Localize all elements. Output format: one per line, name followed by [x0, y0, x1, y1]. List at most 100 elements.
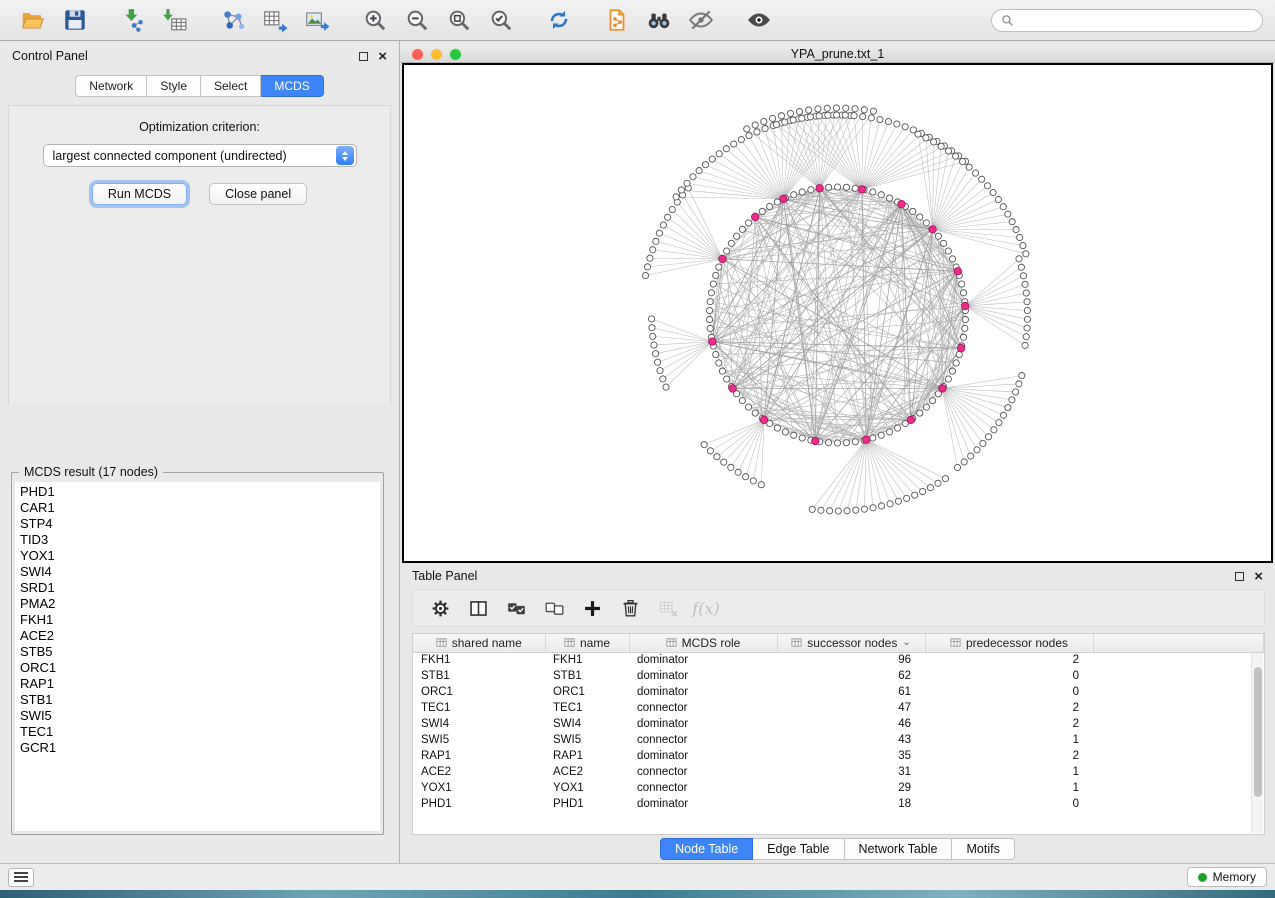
zoom-out-button[interactable]	[396, 3, 438, 37]
optimization-criterion-label: Optimization criterion:	[9, 120, 390, 134]
cell-successors: 46	[777, 716, 925, 732]
table-row[interactable]: FKH1FKH1dominator962	[413, 652, 1264, 668]
select-all-button[interactable]	[499, 593, 533, 623]
table-row[interactable]: YOX1YOX1connector291	[413, 780, 1264, 796]
search-icon	[1001, 14, 1014, 27]
add-button[interactable]	[575, 593, 609, 623]
float-table-panel-icon[interactable]	[1235, 572, 1244, 581]
save-button[interactable]	[54, 3, 96, 37]
column-menu-chevron-icon[interactable]: ⌄	[902, 637, 910, 648]
tab-mcds[interactable]: MCDS	[261, 75, 323, 97]
tab-select[interactable]: Select	[201, 75, 261, 97]
table-row[interactable]: STB1STB1dominator620	[413, 668, 1264, 684]
cell-filler	[1093, 684, 1264, 700]
network-titlebar[interactable]: YPA_prune.txt_1	[400, 45, 1275, 63]
cell-predecessors: 0	[925, 668, 1093, 684]
minimize-window-icon[interactable]	[431, 49, 442, 60]
tab-network-table[interactable]: Network Table	[845, 838, 953, 860]
mcds-result-item[interactable]: RAP1	[20, 676, 375, 692]
search-input[interactable]	[1020, 13, 1253, 27]
table-row[interactable]: RAP1RAP1dominator352	[413, 748, 1264, 764]
table-scrollbar-thumb[interactable]	[1254, 667, 1262, 797]
cell-successors: 61	[777, 684, 925, 700]
mcds-result-item[interactable]: PHD1	[20, 484, 375, 500]
cell-successors: 18	[777, 796, 925, 812]
mcds-result-item[interactable]: SWI5	[20, 708, 375, 724]
zoom-fit-button[interactable]	[438, 3, 480, 37]
cell-shared_name: SWI5	[413, 732, 545, 748]
tab-node-table[interactable]: Node Table	[660, 838, 753, 860]
tab-motifs[interactable]: Motifs	[952, 838, 1014, 860]
column-header-MCDS-role[interactable]: MCDS role	[629, 634, 777, 652]
memory-button[interactable]: Memory	[1187, 867, 1267, 887]
mcds-result-item[interactable]: STB5	[20, 644, 375, 660]
refresh-button[interactable]	[538, 3, 580, 37]
cell-shared_name: SWI4	[413, 716, 545, 732]
close-panel-icon[interactable]: ×	[378, 52, 387, 61]
tab-network[interactable]: Network	[75, 75, 147, 97]
mcds-result-item[interactable]: SRD1	[20, 580, 375, 596]
mcds-result-item[interactable]: CAR1	[20, 500, 375, 516]
cell-successors: 35	[777, 748, 925, 764]
eye-hidden-button[interactable]	[680, 3, 722, 37]
table-row[interactable]: ACE2ACE2connector311	[413, 764, 1264, 780]
export-table-button[interactable]	[254, 3, 296, 37]
mcds-result-list[interactable]: PHD1CAR1STP4TID3YOX1SWI4SRD1PMA2FKH1ACE2…	[15, 482, 380, 831]
table-row[interactable]: PHD1PHD1dominator180	[413, 796, 1264, 812]
close-window-icon[interactable]	[412, 49, 423, 60]
maximize-window-icon[interactable]	[450, 49, 461, 60]
table-row[interactable]: SWI5SWI5connector431	[413, 732, 1264, 748]
mcds-result-item[interactable]: TID3	[20, 532, 375, 548]
mcds-result-item[interactable]: ORC1	[20, 660, 375, 676]
cell-shared_name: TEC1	[413, 700, 545, 716]
table-row[interactable]: TEC1TEC1connector472	[413, 700, 1264, 716]
open-folder-button[interactable]	[12, 3, 54, 37]
tab-edge-table[interactable]: Edge Table	[753, 838, 844, 860]
mcds-result-item[interactable]: GCR1	[20, 740, 375, 756]
network-graph[interactable]	[404, 65, 1271, 561]
mcds-result-item[interactable]: PMA2	[20, 596, 375, 612]
mcds-result-item[interactable]: STB1	[20, 692, 375, 708]
trash-button[interactable]	[613, 593, 647, 623]
mcds-result-item[interactable]: STP4	[20, 516, 375, 532]
columns-button[interactable]	[461, 593, 495, 623]
float-panel-icon[interactable]	[359, 52, 368, 61]
main-toolbar	[0, 0, 1275, 41]
gear-button[interactable]	[423, 593, 457, 623]
close-table-panel-icon[interactable]: ×	[1254, 572, 1263, 581]
share-document-button[interactable]	[596, 3, 638, 37]
export-image-icon	[304, 7, 330, 33]
zoom-in-button[interactable]	[354, 3, 396, 37]
close-panel-button[interactable]: Close panel	[209, 183, 307, 205]
mcds-result-item[interactable]: TEC1	[20, 724, 375, 740]
import-table-button[interactable]	[154, 3, 196, 37]
criterion-select[interactable]: largest connected component (undirected)	[43, 144, 357, 167]
eye-button[interactable]	[738, 3, 780, 37]
export-image-button[interactable]	[296, 3, 338, 37]
cell-successors: 47	[777, 700, 925, 716]
find-button[interactable]	[638, 3, 680, 37]
table-scrollbar[interactable]	[1251, 653, 1263, 833]
network-title: YPA_prune.txt_1	[791, 47, 885, 61]
mcds-result-item[interactable]: YOX1	[20, 548, 375, 564]
share-network-button[interactable]	[212, 3, 254, 37]
table-row[interactable]: SWI4SWI4dominator462	[413, 716, 1264, 732]
cell-predecessors: 1	[925, 764, 1093, 780]
mcds-result-item[interactable]: SWI4	[20, 564, 375, 580]
column-header-predecessor-nodes[interactable]: predecessor nodes	[925, 634, 1093, 652]
table-row[interactable]: ORC1ORC1dominator610	[413, 684, 1264, 700]
search-box[interactable]	[991, 9, 1263, 32]
cell-shared_name: ACE2	[413, 764, 545, 780]
import-network-button[interactable]	[112, 3, 154, 37]
column-header-successor-nodes[interactable]: successor nodes⌄	[777, 634, 925, 652]
column-header-shared-name[interactable]: shared name	[413, 634, 545, 652]
tab-style[interactable]: Style	[147, 75, 201, 97]
network-canvas[interactable]	[402, 63, 1273, 563]
mcds-result-item[interactable]: ACE2	[20, 628, 375, 644]
menu-list-button[interactable]	[8, 868, 34, 887]
run-mcds-button[interactable]: Run MCDS	[92, 183, 187, 205]
column-header-name[interactable]: name	[545, 634, 629, 652]
deselect-all-button[interactable]	[537, 593, 571, 623]
mcds-result-item[interactable]: FKH1	[20, 612, 375, 628]
zoom-selected-button[interactable]	[480, 3, 522, 37]
